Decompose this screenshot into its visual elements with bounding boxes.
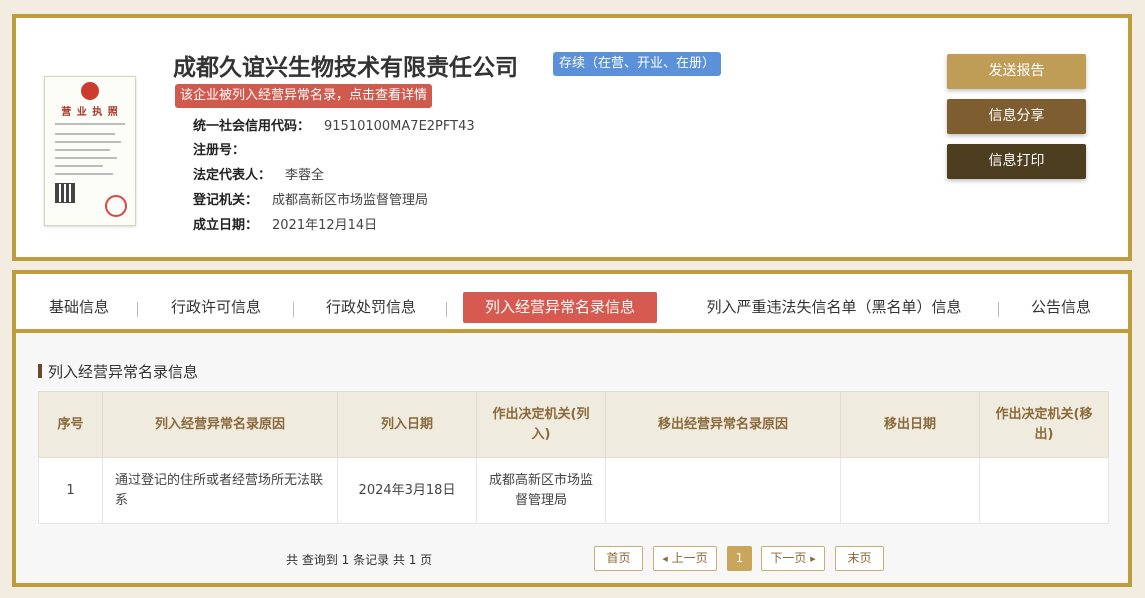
tab-bar: 基础信息 行政许可信息 行政处罚信息 列入经营异常名录信息 列入严重违法失信名单… bbox=[16, 274, 1128, 333]
tab-administrative-license[interactable]: 行政许可信息 bbox=[164, 292, 268, 323]
cell-listing-reason: 通过登记的住所或者经营场所无法联系 bbox=[102, 457, 338, 524]
abnormal-records-table: 序号 列入经营异常名录原因 列入日期 作出决定机关(列入) 移出经营异常名录原因… bbox=[38, 391, 1109, 524]
table-row: 1 通过登记的住所或者经营场所无法联系 2024年3月18日 成都高新区市场监督… bbox=[38, 457, 1109, 524]
qr-code-icon bbox=[55, 183, 75, 203]
registration-authority-label: 登记机关： bbox=[193, 193, 259, 208]
license-line bbox=[55, 149, 110, 151]
first-page-button[interactable]: 首页 bbox=[594, 546, 643, 571]
pagination-summary: 共 查询到 1 条记录 共 1 页 bbox=[286, 553, 433, 567]
establish-date-label: 成立日期： bbox=[193, 218, 259, 233]
share-info-button[interactable]: 信息分享 bbox=[947, 99, 1086, 134]
legal-representative-label: 法定代表人： bbox=[193, 168, 272, 183]
credit-code-row: 统一社会信用代码： 91510100MA7E2PFT43 bbox=[193, 115, 475, 134]
official-seal-icon bbox=[105, 195, 127, 217]
tab-divider bbox=[446, 302, 447, 317]
license-line bbox=[55, 123, 125, 125]
column-header: 序号 bbox=[38, 391, 103, 458]
triangle-right-icon: ▶ bbox=[810, 555, 816, 563]
abnormal-notice-link[interactable]: 该企业被列入经营异常名录，点击查看详情 bbox=[175, 84, 433, 108]
cell-listing-date: 2024年3月18日 bbox=[337, 457, 477, 524]
credit-code-label: 统一社会信用代码： bbox=[193, 119, 311, 134]
establish-date-row: 成立日期： 2021年12月14日 bbox=[193, 214, 377, 233]
prev-page-label: 上一页 bbox=[671, 551, 708, 565]
tab-administrative-penalty[interactable]: 行政处罚信息 bbox=[319, 292, 423, 323]
column-header: 列入经营异常名录原因 bbox=[102, 391, 338, 458]
next-page-label: 下一页 bbox=[770, 551, 807, 565]
cell-removal-reason bbox=[605, 457, 841, 524]
column-header: 移出经营异常名录原因 bbox=[605, 391, 841, 458]
next-page-button[interactable]: 下一页 ▶ bbox=[761, 546, 825, 571]
detail-card: 基础信息 行政许可信息 行政处罚信息 列入经营异常名录信息 列入严重违法失信名单… bbox=[12, 270, 1132, 587]
cell-listing-authority: 成都高新区市场监督管理局 bbox=[476, 457, 606, 524]
legal-representative-value: 李蓉全 bbox=[285, 168, 325, 183]
tab-divider bbox=[293, 302, 294, 317]
license-line bbox=[55, 173, 113, 175]
license-title: 营 业 执 照 bbox=[61, 107, 119, 118]
national-emblem-icon bbox=[81, 82, 99, 100]
status-badge: 存续（在营、开业、在册） bbox=[553, 52, 722, 76]
triangle-left-icon: ◀ bbox=[662, 555, 668, 563]
section-title: 列入经营异常名录信息 bbox=[38, 361, 198, 382]
license-line bbox=[55, 157, 117, 159]
license-line bbox=[55, 133, 115, 135]
registration-number-label: 注册号： bbox=[193, 143, 246, 158]
table-header-row: 序号 列入经营异常名录原因 列入日期 作出决定机关(列入) 移出经营异常名录原因… bbox=[38, 391, 1109, 458]
company-name: 成都久谊兴生物技术有限责任公司 bbox=[173, 55, 518, 81]
cell-removal-authority bbox=[979, 457, 1109, 524]
current-page-button[interactable]: 1 bbox=[727, 546, 752, 571]
legal-representative-row: 法定代表人： 李蓉全 bbox=[193, 164, 324, 183]
column-header: 移出日期 bbox=[840, 391, 980, 458]
registration-authority-row: 登记机关： 成都高新区市场监督管理局 bbox=[193, 189, 428, 208]
license-line bbox=[55, 165, 103, 167]
column-header: 列入日期 bbox=[337, 391, 477, 458]
cell-index: 1 bbox=[38, 457, 103, 524]
print-info-button[interactable]: 信息打印 bbox=[947, 144, 1086, 179]
cell-removal-date bbox=[840, 457, 980, 524]
prev-page-button[interactable]: ◀ 上一页 bbox=[653, 546, 717, 571]
column-header: 作出决定机关(列入) bbox=[476, 391, 606, 458]
registration-number-row: 注册号： bbox=[193, 139, 259, 158]
column-header: 作出决定机关(移出) bbox=[979, 391, 1109, 458]
send-report-button[interactable]: 发送报告 bbox=[947, 54, 1086, 89]
tab-divider bbox=[137, 302, 138, 317]
tab-abnormal-operation[interactable]: 列入经营异常名录信息 bbox=[463, 292, 657, 323]
tab-divider bbox=[998, 302, 999, 317]
license-line bbox=[55, 141, 121, 143]
tab-basic-info[interactable]: 基础信息 bbox=[42, 292, 116, 323]
last-page-button[interactable]: 末页 bbox=[835, 546, 884, 571]
credit-code-value: 91510100MA7E2PFT43 bbox=[324, 119, 475, 134]
tab-blacklist[interactable]: 列入严重违法失信名单（黑名单）信息 bbox=[695, 292, 973, 323]
registration-authority-value: 成都高新区市场监督管理局 bbox=[272, 193, 429, 208]
tab-announcement[interactable]: 公告信息 bbox=[1024, 292, 1098, 323]
business-license-image: 营 业 执 照 bbox=[44, 76, 136, 226]
establish-date-value: 2021年12月14日 bbox=[272, 218, 378, 233]
